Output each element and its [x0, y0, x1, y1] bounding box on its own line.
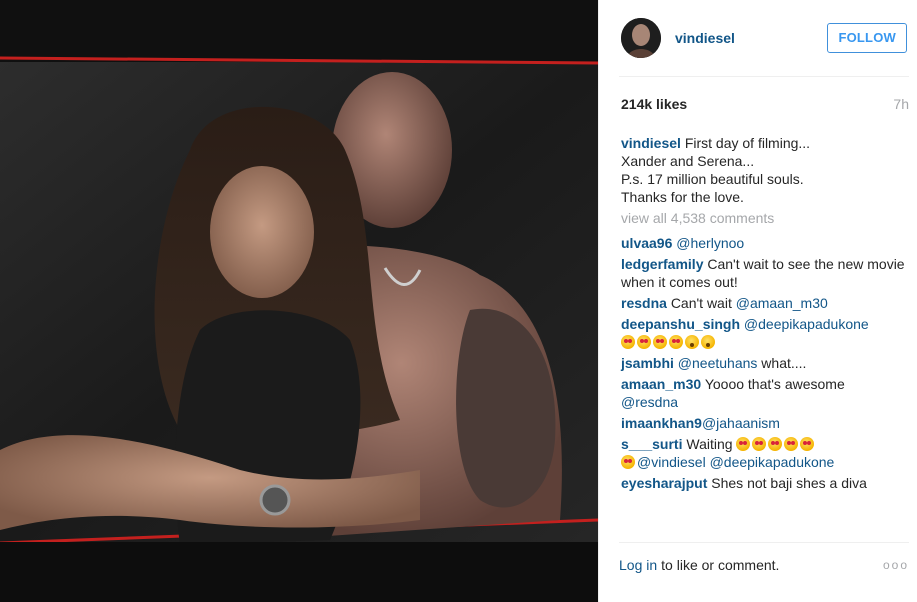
comment-item: jsambhi @neetuhans what.... — [621, 354, 907, 372]
post-header: vindiesel FOLLOW — [619, 0, 909, 77]
comment-item: ulvaa96 @herlynoo — [621, 234, 907, 252]
heart-eyes-emoji-icon — [784, 437, 799, 451]
comment-username[interactable]: amaan_m30 — [621, 376, 701, 392]
caption-line-4: Thanks for the love. — [621, 189, 744, 205]
comment-mention[interactable]: @resdna — [621, 394, 678, 410]
likes-row: 214k likes 7h — [621, 96, 909, 112]
heart-eyes-emoji-icon — [800, 437, 815, 451]
profile-photo-icon — [621, 18, 661, 58]
comment-username[interactable]: deepanshu_singh — [621, 316, 740, 332]
comment-mention[interactable]: @herlynoo — [676, 235, 744, 251]
comment-username[interactable]: imaankhan9 — [621, 415, 702, 431]
comment-mention[interactable]: @jahaanism — [702, 415, 780, 431]
avatar[interactable] — [621, 18, 661, 58]
comment-text: Waiting — [686, 436, 733, 452]
login-link[interactable]: Log in — [619, 557, 657, 573]
username-link[interactable]: vindiesel — [675, 30, 735, 46]
astonished-emoji-icon — [701, 335, 715, 349]
comment-username[interactable]: ledgerfamily — [621, 256, 703, 272]
caption: vindiesel First day of filming... Xander… — [621, 134, 907, 206]
comment-item: deepanshu_singh @deepikapadukone — [621, 315, 907, 351]
post-sidebar: vindiesel FOLLOW 214k likes 7h vindiesel… — [598, 0, 917, 602]
comment-username[interactable]: ulvaa96 — [621, 235, 672, 251]
comments-list: vindiesel First day of filming... Xander… — [621, 134, 907, 495]
heart-eyes-emoji-icon — [621, 455, 635, 469]
comment-text: Yoooo that's awesome — [704, 376, 845, 392]
login-prompt-text: to like or comment. — [661, 557, 780, 573]
comment-item: eyesharajput Shes not baji shes a diva — [621, 474, 907, 492]
post-footer: Log in to like or comment. ooo — [619, 542, 909, 587]
caption-username[interactable]: vindiesel — [621, 135, 681, 151]
comment-item: s___surti Waiting @vindiesel @deepikapad… — [621, 435, 907, 471]
comment-username[interactable]: s___surti — [621, 436, 682, 452]
heart-eyes-emoji-icon — [621, 335, 635, 349]
heart-eyes-emoji-icon — [752, 437, 767, 451]
comment-username[interactable]: jsambhi — [621, 355, 674, 371]
view-all-comments-link[interactable]: view all 4,538 comments — [621, 209, 907, 227]
comment-mention[interactable]: @neetuhans — [678, 355, 758, 371]
comment-username[interactable]: eyesharajput — [621, 475, 707, 491]
comment-mention[interactable]: @amaan_m30 — [736, 295, 828, 311]
post-time[interactable]: 7h — [893, 96, 909, 112]
astonished-emoji-icon — [685, 335, 699, 349]
comment-mention[interactable]: @deepikapadukone — [744, 316, 869, 332]
caption-line-3: P.s. 17 million beautiful souls. — [621, 171, 804, 187]
comment-item: resdna Can't wait @amaan_m30 — [621, 294, 907, 312]
ellipsis-icon[interactable]: ooo — [883, 558, 909, 572]
follow-button[interactable]: FOLLOW — [827, 23, 907, 53]
comment-item: imaankhan9@jahaanism — [621, 414, 907, 432]
comment-username[interactable]: resdna — [621, 295, 667, 311]
heart-eyes-emoji-icon — [669, 335, 683, 349]
caption-line-1: First day of filming... — [684, 135, 811, 151]
caption-line-2: Xander and Serena... — [621, 153, 755, 169]
heart-eyes-emoji-icon — [653, 335, 667, 349]
post-viewer: vindiesel FOLLOW 214k likes 7h vindiesel… — [0, 0, 917, 602]
comment-mention[interactable]: @vindiesel — [637, 454, 706, 470]
comment-text: what.... — [761, 355, 807, 371]
comment-text: Can't wait — [670, 295, 732, 311]
post-photo[interactable] — [0, 0, 598, 602]
comment-mention[interactable]: @deepikapadukone — [710, 454, 835, 470]
heart-eyes-emoji-icon — [768, 437, 783, 451]
heart-eyes-emoji-icon — [637, 335, 651, 349]
likes-count[interactable]: 214k likes — [621, 96, 687, 112]
comment-item: amaan_m30 Yoooo that's awesome @resdna — [621, 375, 907, 411]
heart-eyes-emoji-icon — [736, 437, 751, 451]
comment-item: ledgerfamily Can't wait to see the new m… — [621, 255, 907, 291]
comment-text: Shes not baji shes a diva — [711, 475, 867, 491]
